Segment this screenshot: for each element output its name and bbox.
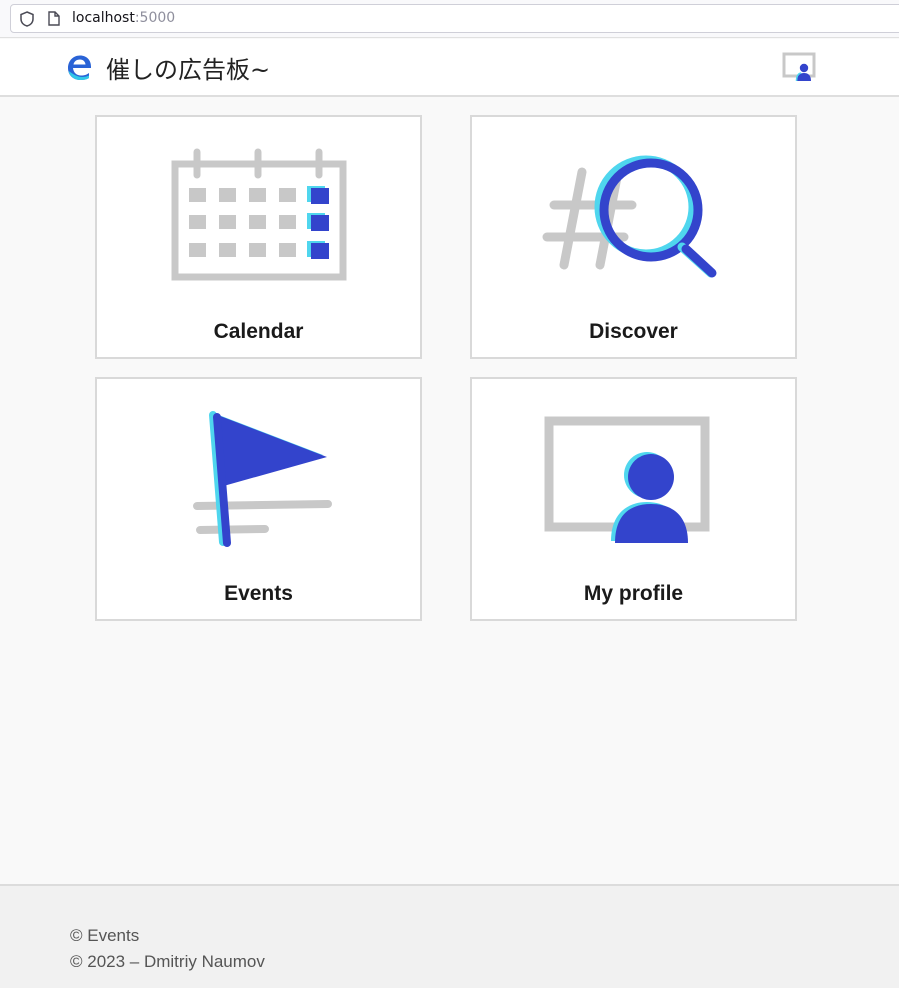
- browser-toolbar: localhost:5000: [0, 0, 899, 38]
- app-header: 催しの広告板~: [0, 39, 899, 97]
- profile-icon[interactable]: [782, 52, 816, 82]
- shield-icon[interactable]: [20, 11, 34, 27]
- url-text[interactable]: localhost:5000: [72, 10, 175, 26]
- footer: © Events © 2023 – Dmitriy Naumov: [0, 884, 899, 988]
- page-icon: [48, 11, 60, 26]
- tile-label-events: Events: [224, 582, 293, 605]
- tile-label-calendar: Calendar: [213, 320, 304, 343]
- footer-copyright-author: © 2023 – Dmitriy Naumov: [70, 952, 265, 971]
- footer-copyright-events: © Events: [70, 926, 140, 945]
- address-bar[interactable]: localhost:5000: [10, 4, 899, 33]
- url-host: localhost: [72, 10, 135, 26]
- tile-events[interactable]: Events: [95, 377, 422, 621]
- edge-e-logo-icon[interactable]: [66, 52, 94, 82]
- tile-label-discover: Discover: [589, 320, 678, 343]
- tile-label-my-profile: My profile: [583, 582, 684, 605]
- tile-calendar[interactable]: Calendar: [95, 115, 422, 359]
- url-port: :5000: [134, 10, 176, 26]
- tile-my-profile[interactable]: My profile: [470, 377, 797, 621]
- tile-discover[interactable]: Discover: [470, 115, 797, 359]
- app-title[interactable]: 催しの広告板~: [106, 50, 270, 85]
